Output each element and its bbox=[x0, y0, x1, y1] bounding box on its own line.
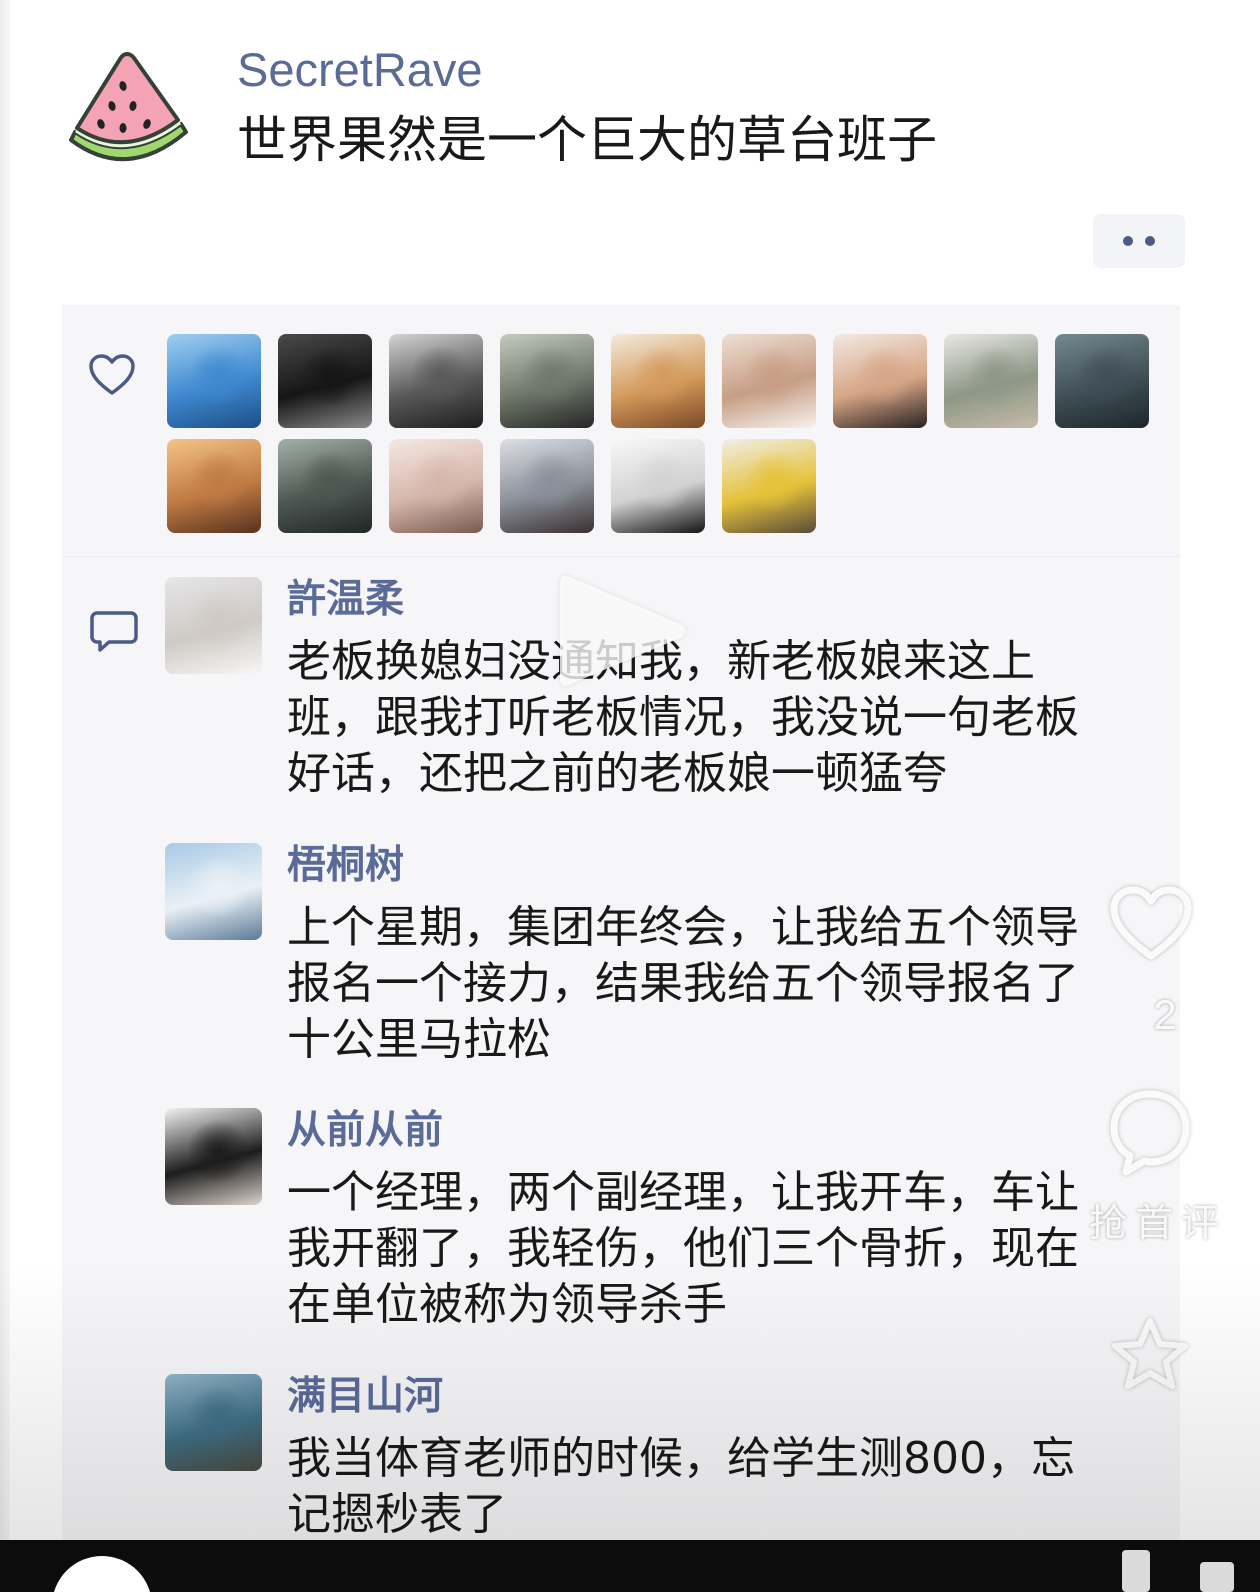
comment-bubble-icon bbox=[89, 610, 139, 654]
watermelon-icon[interactable] bbox=[65, 48, 189, 172]
star-icon[interactable] bbox=[1108, 1316, 1192, 1392]
liker-avatar[interactable] bbox=[611, 439, 705, 533]
liker-avatar[interactable] bbox=[389, 439, 483, 533]
liker-avatar[interactable] bbox=[722, 334, 816, 428]
commenter-name[interactable]: 满目山河 bbox=[287, 1374, 443, 1420]
commenter-avatar[interactable] bbox=[165, 843, 262, 940]
screen-edge bbox=[0, 0, 10, 1540]
like-count: 2 bbox=[1153, 991, 1177, 1038]
commenter-avatar[interactable] bbox=[165, 577, 262, 674]
interaction-panel: 許温柔 老板换媳妇没通知我，新老板娘来这上班，跟我打听老板情况，我没说一句老板好… bbox=[62, 305, 1180, 1592]
comment-item[interactable]: 从前从前 一个经理，两个副经理，让我开车，车让我开翻了，我轻伤，他们三个骨折，现… bbox=[165, 1108, 1083, 1348]
post-text: 世界果然是一个巨大的草台班子 bbox=[237, 111, 937, 169]
heart-icon bbox=[88, 353, 136, 397]
liker-avatar[interactable] bbox=[167, 439, 261, 533]
liker-avatar[interactable] bbox=[389, 334, 483, 428]
likes-comments-divider bbox=[62, 556, 1180, 557]
comment-text: 我当体育老师的时候，给学生测800，忘记摁秒表了 bbox=[287, 1433, 1075, 1540]
liker-avatar[interactable] bbox=[722, 439, 816, 533]
heart-outline-icon[interactable] bbox=[1108, 884, 1194, 964]
comment-text: 一个经理，两个副经理，让我开车，车让我开翻了，我轻伤，他们三个骨折，现在在单位被… bbox=[287, 1167, 1079, 1330]
commenter-name[interactable]: 梧桐树 bbox=[287, 843, 404, 889]
liker-avatar[interactable] bbox=[944, 334, 1038, 428]
liker-avatar[interactable] bbox=[611, 334, 705, 428]
liker-avatar[interactable] bbox=[833, 334, 927, 428]
bottom-bar-icon[interactable] bbox=[1122, 1550, 1150, 1592]
liker-avatar[interactable] bbox=[500, 439, 594, 533]
comment-item[interactable]: 梧桐树 上个星期，集团年终会，让我给五个领导报名一个接力，结果我给五个领导报名了… bbox=[165, 843, 1083, 1083]
more-actions-button[interactable] bbox=[1093, 214, 1185, 268]
commenter-avatar[interactable] bbox=[165, 1374, 262, 1471]
commenter-avatar[interactable] bbox=[165, 1108, 262, 1205]
post-author-name[interactable]: SecretRave bbox=[237, 42, 483, 98]
liker-avatar[interactable] bbox=[1055, 334, 1149, 428]
comment-icon[interactable] bbox=[1108, 1088, 1192, 1178]
dot-icon bbox=[1123, 236, 1133, 246]
comment-label[interactable]: 抢首评 bbox=[1083, 1200, 1233, 1246]
likers-avatar-grid bbox=[167, 334, 1149, 533]
record-button[interactable] bbox=[52, 1556, 152, 1592]
liker-avatar[interactable] bbox=[278, 439, 372, 533]
dot-icon bbox=[1145, 236, 1155, 246]
comment-text: 上个星期，集团年终会，让我给五个领导报名一个接力，结果我给五个领导报名了十公里马… bbox=[287, 902, 1079, 1065]
bottom-bar-icon[interactable] bbox=[1200, 1562, 1234, 1592]
moments-post-screen: SecretRave 世界果然是一个巨大的草台班子 許温柔 老板换媳妇没通知我，… bbox=[0, 0, 1260, 1592]
play-icon[interactable] bbox=[548, 568, 694, 694]
liker-avatar[interactable] bbox=[278, 334, 372, 428]
commenter-name[interactable]: 許温柔 bbox=[287, 577, 404, 623]
liker-avatar[interactable] bbox=[167, 334, 261, 428]
watermelon-avatar-graphic bbox=[69, 52, 188, 162]
liker-avatar[interactable] bbox=[500, 334, 594, 428]
commenter-name[interactable]: 从前从前 bbox=[287, 1108, 443, 1154]
bottom-navigation-bar bbox=[0, 1540, 1260, 1592]
